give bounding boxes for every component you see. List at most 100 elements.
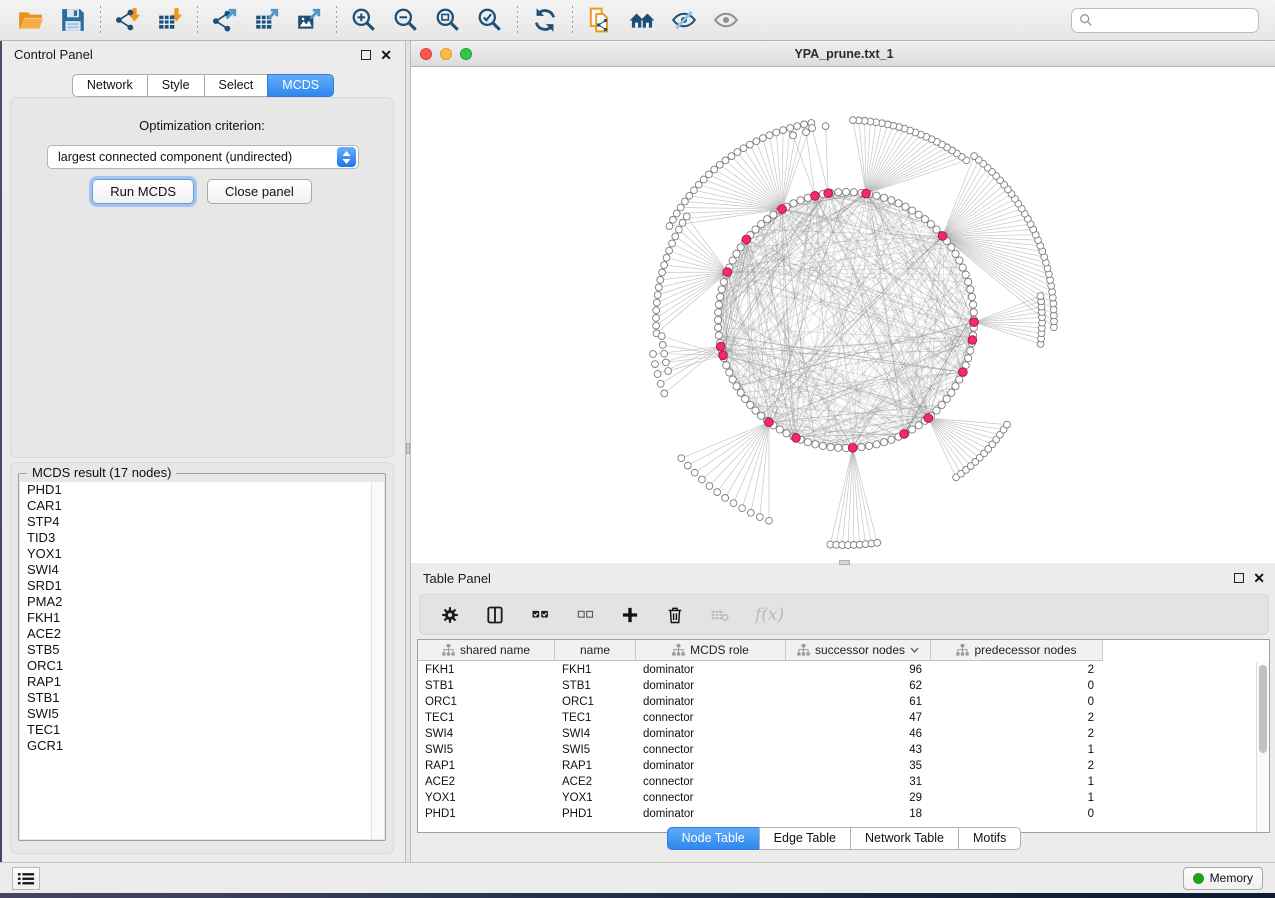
cell-successor-nodes[interactable]: 61 bbox=[786, 696, 931, 708]
memory-button[interactable]: Memory bbox=[1183, 867, 1263, 890]
cell-name[interactable]: STB1 bbox=[555, 680, 636, 692]
satellite-node[interactable] bbox=[722, 495, 729, 502]
table-row[interactable]: SWI5SWI5connector431 bbox=[418, 742, 1255, 758]
satellite-node[interactable] bbox=[716, 161, 723, 168]
cell-successor-nodes[interactable]: 29 bbox=[786, 792, 931, 804]
satellite-node[interactable] bbox=[661, 350, 668, 357]
satellite-node[interactable] bbox=[794, 123, 801, 130]
cell-name[interactable]: SWI5 bbox=[555, 744, 636, 756]
network-node[interactable] bbox=[835, 189, 842, 196]
mcds-result-list[interactable]: PHD1CAR1STP4TID3YOX1SWI4SRD1PMA2FKH1ACE2… bbox=[20, 482, 371, 839]
network-node[interactable] bbox=[737, 244, 744, 251]
network-node[interactable] bbox=[733, 383, 740, 390]
cell-name[interactable]: FKH1 bbox=[555, 664, 636, 676]
mcds-node[interactable] bbox=[719, 351, 728, 360]
mcds-result-item[interactable]: RAP1 bbox=[20, 674, 371, 690]
mcds-result-item[interactable]: STB1 bbox=[20, 690, 371, 706]
cell-successor-nodes[interactable]: 18 bbox=[786, 808, 931, 820]
zoom-in-button[interactable] bbox=[343, 4, 385, 36]
column-header-predecessor-nodes[interactable]: predecessor nodes bbox=[931, 640, 1103, 660]
cell-shared-name[interactable]: SWI4 bbox=[418, 728, 555, 740]
network-node[interactable] bbox=[967, 286, 974, 293]
satellite-node[interactable] bbox=[699, 476, 706, 483]
cell-predecessor-nodes[interactable]: 2 bbox=[931, 760, 1103, 772]
network-node[interactable] bbox=[714, 316, 721, 323]
satellite-node[interactable] bbox=[714, 489, 721, 496]
network-node[interactable] bbox=[752, 407, 759, 414]
satellite-node[interactable] bbox=[809, 125, 816, 132]
mcds-result-item[interactable]: ACE2 bbox=[20, 626, 371, 642]
session-home-button[interactable] bbox=[621, 4, 663, 36]
satellite-node[interactable] bbox=[666, 223, 673, 230]
network-node[interactable] bbox=[938, 401, 945, 408]
cell-shared-name[interactable]: SWI5 bbox=[418, 744, 555, 756]
network-node[interactable] bbox=[797, 197, 804, 204]
network-node[interactable] bbox=[943, 395, 950, 402]
network-node[interactable] bbox=[858, 444, 865, 451]
cell-MCDS-role[interactable]: connector bbox=[636, 744, 786, 756]
network-node[interactable] bbox=[733, 250, 740, 257]
table-row[interactable]: FKH1FKH1dominator962 bbox=[418, 662, 1255, 678]
close-panel-icon[interactable]: ✕ bbox=[380, 50, 392, 60]
delete-column-button[interactable] bbox=[665, 605, 685, 625]
satellite-node[interactable] bbox=[801, 121, 808, 128]
import-table-button[interactable] bbox=[149, 4, 191, 36]
satellite-node[interactable] bbox=[657, 277, 664, 284]
mcds-node[interactable] bbox=[723, 268, 732, 277]
network-node[interactable] bbox=[764, 216, 771, 223]
network-node[interactable] bbox=[915, 422, 922, 429]
network-node[interactable] bbox=[842, 188, 849, 195]
satellite-node[interactable] bbox=[1004, 421, 1011, 428]
network-node[interactable] bbox=[881, 439, 888, 446]
network-node[interactable] bbox=[715, 309, 722, 316]
mcds-result-item[interactable]: TEC1 bbox=[20, 722, 371, 738]
satellite-node[interactable] bbox=[673, 210, 680, 217]
search-box[interactable] bbox=[1071, 8, 1259, 33]
network-node[interactable] bbox=[948, 244, 955, 251]
mcds-node[interactable] bbox=[968, 336, 977, 345]
satellite-node[interactable] bbox=[654, 292, 661, 299]
satellite-node[interactable] bbox=[790, 132, 797, 139]
satellite-node[interactable] bbox=[666, 247, 673, 254]
close-table-panel-icon[interactable]: ✕ bbox=[1253, 573, 1265, 583]
satellite-node[interactable] bbox=[682, 198, 689, 205]
cell-MCDS-role[interactable]: connector bbox=[636, 776, 786, 788]
network-node[interactable] bbox=[729, 257, 736, 264]
network-node[interactable] bbox=[873, 192, 880, 199]
network-node[interactable] bbox=[758, 412, 765, 419]
mcds-result-item[interactable]: SWI4 bbox=[20, 562, 371, 578]
mcds-result-item[interactable]: ORC1 bbox=[20, 658, 371, 674]
network-node[interactable] bbox=[956, 376, 963, 383]
network-node[interactable] bbox=[921, 216, 928, 223]
table-row[interactable]: ACE2ACE2connector311 bbox=[418, 774, 1255, 790]
satellite-node[interactable] bbox=[971, 153, 978, 160]
satellite-node[interactable] bbox=[654, 371, 661, 378]
satellite-node[interactable] bbox=[678, 455, 685, 462]
network-node[interactable] bbox=[715, 332, 722, 339]
float-panel-icon[interactable] bbox=[361, 50, 371, 60]
network-node[interactable] bbox=[835, 444, 842, 451]
network-node[interactable] bbox=[952, 383, 959, 390]
network-node[interactable] bbox=[970, 301, 977, 308]
close-panel-button[interactable]: Close panel bbox=[207, 179, 312, 204]
cell-predecessor-nodes[interactable]: 1 bbox=[931, 744, 1103, 756]
satellite-node[interactable] bbox=[663, 359, 670, 366]
satellite-node[interactable] bbox=[679, 220, 686, 227]
table-row[interactable]: TEC1TEC1connector472 bbox=[418, 710, 1255, 726]
mcds-result-item[interactable]: STB5 bbox=[20, 642, 371, 658]
mcds-node[interactable] bbox=[742, 235, 751, 244]
cell-predecessor-nodes[interactable]: 0 bbox=[931, 680, 1103, 692]
cell-successor-nodes[interactable]: 35 bbox=[786, 760, 931, 772]
cell-shared-name[interactable]: STB1 bbox=[418, 680, 555, 692]
export-network-button[interactable] bbox=[204, 4, 246, 36]
mcds-node[interactable] bbox=[848, 444, 857, 453]
network-node[interactable] bbox=[965, 278, 972, 285]
network-node[interactable] bbox=[720, 278, 727, 285]
table-row[interactable]: RAP1RAP1dominator352 bbox=[418, 758, 1255, 774]
satellite-node[interactable] bbox=[665, 368, 672, 375]
satellite-node[interactable] bbox=[655, 284, 662, 291]
cell-predecessor-nodes[interactable]: 2 bbox=[931, 664, 1103, 676]
network-graph[interactable] bbox=[411, 67, 1275, 563]
satellite-node[interactable] bbox=[675, 226, 682, 233]
tab-mcds[interactable]: MCDS bbox=[267, 74, 334, 97]
